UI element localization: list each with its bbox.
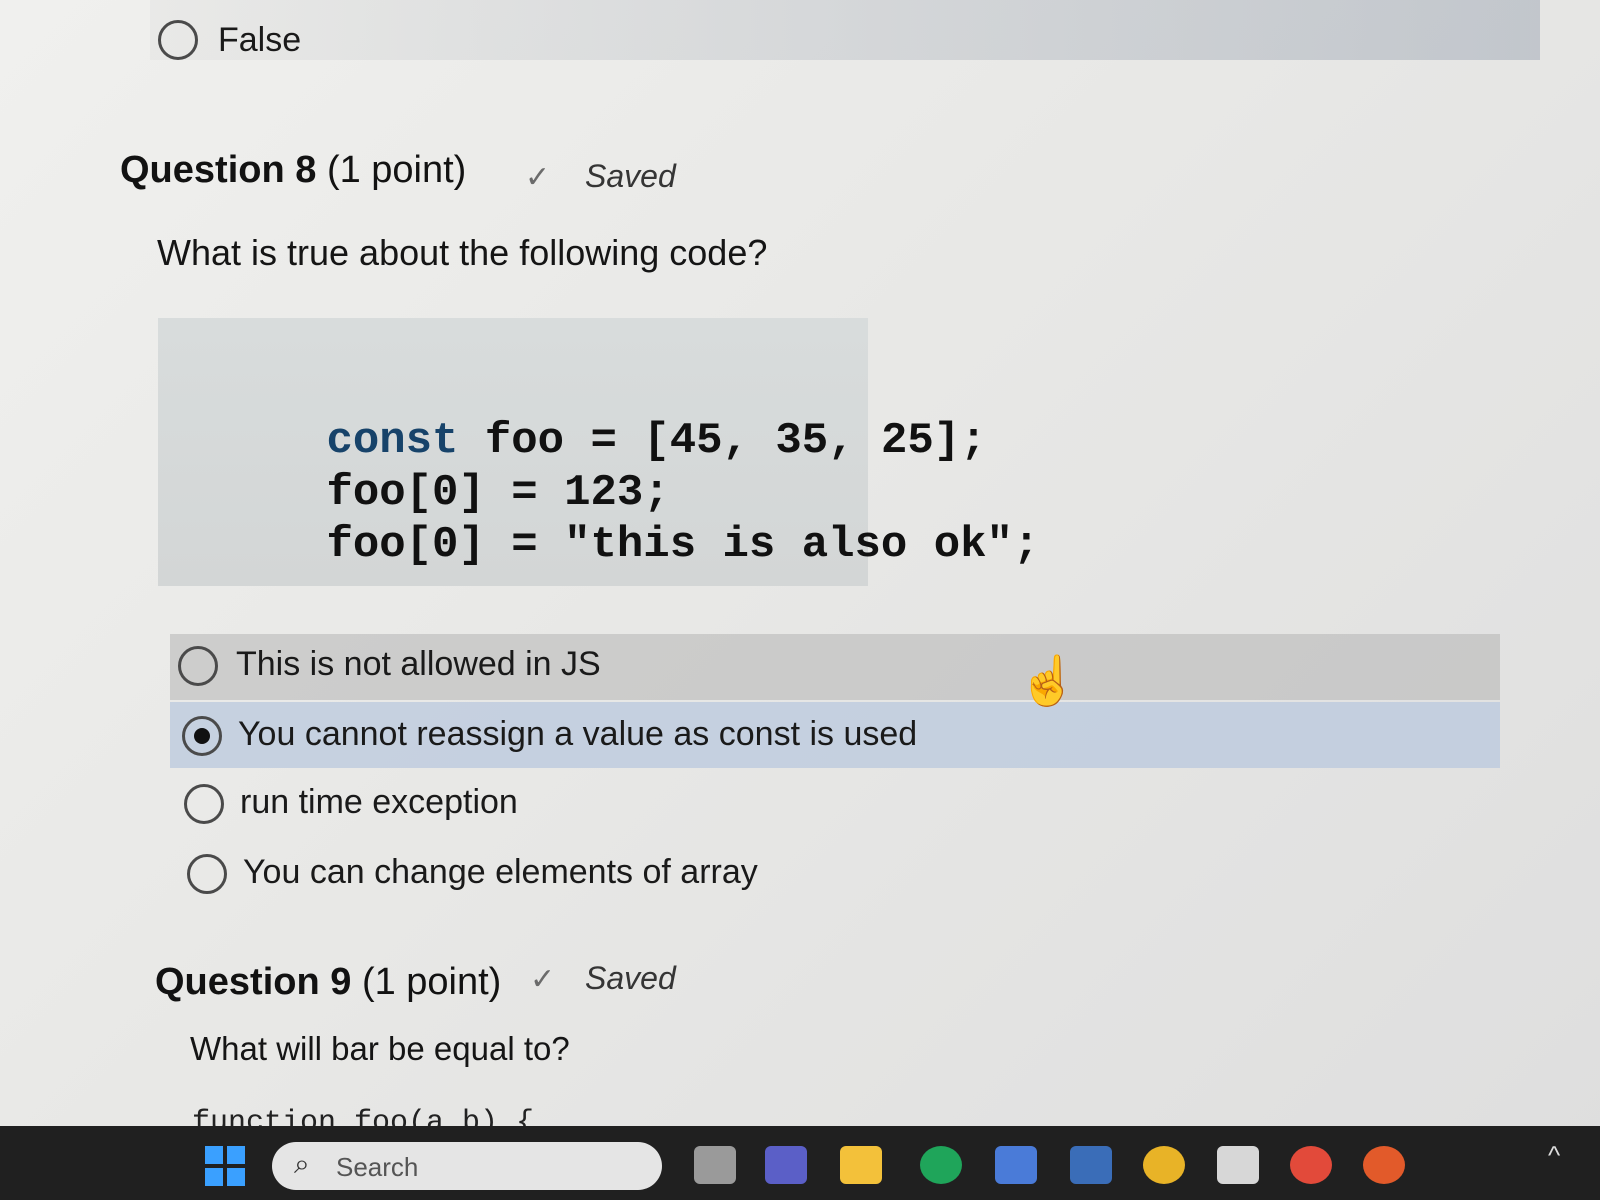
- file-explorer-icon[interactable]: [840, 1146, 882, 1184]
- start-icon[interactable]: [205, 1146, 245, 1186]
- code-line-3-text: foo[0] = "this is also ok";: [326, 520, 1040, 570]
- task-view-icon[interactable]: [694, 1146, 736, 1184]
- hand-cursor-icon: ☝: [1018, 655, 1078, 708]
- chrome-icon[interactable]: [1143, 1146, 1185, 1184]
- code-line-3: foo[0] = "this is also ok";: [168, 470, 1039, 620]
- question-8-title: Question 8 (1 point): [120, 148, 466, 192]
- radio-option-4[interactable]: [187, 854, 227, 894]
- radio-false-option[interactable]: [158, 20, 198, 60]
- start-tile: [227, 1146, 245, 1164]
- chrome-canary-icon[interactable]: [1363, 1146, 1405, 1184]
- question-8-points: (1 point): [326, 149, 467, 191]
- snipping-tool-icon[interactable]: [1217, 1146, 1259, 1184]
- radio-option-1[interactable]: [178, 646, 218, 686]
- chrome-profile-icon[interactable]: [1290, 1146, 1332, 1184]
- question-9-title: Question 9 (1 point): [155, 960, 501, 1004]
- teams-icon[interactable]: [765, 1146, 807, 1184]
- question-9-prompt: What will bar be equal to?: [190, 1030, 570, 1067]
- start-tile: [205, 1146, 223, 1164]
- question-9-saved-status: Saved: [585, 960, 676, 996]
- option-4-label: You can change elements of array: [243, 853, 758, 891]
- false-option-label: False: [218, 21, 302, 59]
- saved-check-icon: ✓: [530, 963, 556, 996]
- taskbar-search-box[interactable]: ⌕ Search: [272, 1142, 662, 1190]
- start-tile: [227, 1168, 245, 1186]
- question-9-points: (1 point): [361, 961, 502, 1003]
- question-8-saved-status: Saved: [585, 158, 676, 194]
- quiz-page: False Question 8 (1 point) ✓ Saved What …: [0, 0, 1600, 1200]
- question-9-number: Question 9: [155, 961, 352, 1003]
- saved-check-icon: ✓: [525, 161, 551, 194]
- question-8-number: Question 8: [120, 149, 317, 191]
- search-placeholder: Search: [336, 1152, 419, 1182]
- store-icon[interactable]: [995, 1146, 1037, 1184]
- radio-option-3[interactable]: [184, 784, 224, 824]
- option-1-label: This is not allowed in JS: [236, 645, 601, 683]
- start-tile: [205, 1168, 223, 1186]
- chevron-up-icon[interactable]: ^: [1548, 1140, 1560, 1171]
- code-block: const foo = [45, 35, 25]; foo[0] = 123; …: [158, 318, 1039, 586]
- option-2-label: You cannot reassign a value as const is …: [238, 715, 918, 753]
- radio-option-2[interactable]: [182, 716, 222, 756]
- question-8-prompt: What is true about the following code?: [157, 232, 768, 273]
- search-icon: ⌕: [294, 1148, 310, 1179]
- option-3-label: run time exception: [240, 783, 518, 821]
- edge-icon[interactable]: [920, 1146, 962, 1184]
- mcafee-icon[interactable]: [1070, 1146, 1112, 1184]
- previous-option-band: [150, 0, 1540, 60]
